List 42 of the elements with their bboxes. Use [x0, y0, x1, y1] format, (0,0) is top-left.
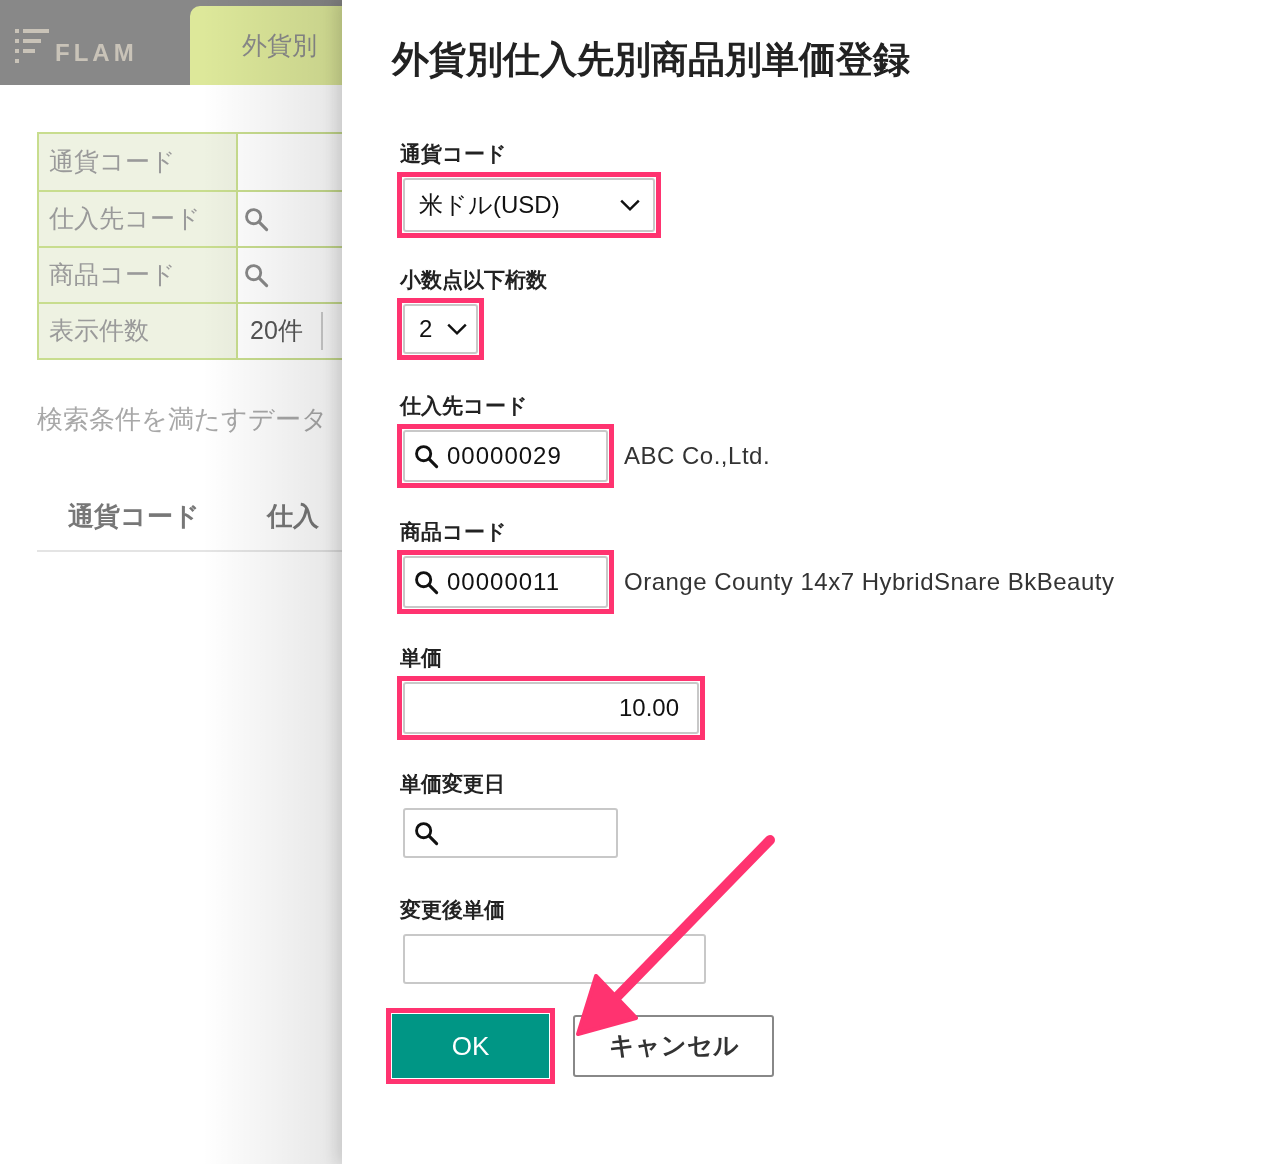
price-field[interactable]: 10.00 — [403, 682, 699, 734]
field-label: 商品コード — [400, 519, 508, 545]
ok-button[interactable]: OK — [392, 1014, 549, 1078]
input-field[interactable] — [403, 934, 706, 984]
field-label: 小数点以下桁数 — [400, 267, 548, 293]
currency-select[interactable]: 米ドル(USD) — [403, 178, 655, 232]
logo-icon — [15, 27, 51, 65]
search-icon — [243, 262, 269, 288]
field-label: 変更後単価 — [400, 897, 506, 923]
date-field[interactable] — [403, 808, 618, 858]
field-value: 00000029 — [447, 441, 562, 471]
column-header: 仕入 — [265, 500, 319, 533]
search-icon — [413, 820, 439, 846]
field-label: 通貨コード — [39, 134, 238, 190]
cancel-button[interactable]: キャンセル — [573, 1015, 774, 1077]
field-label: 表示件数 — [39, 304, 238, 358]
lookup-name: Orange County 14x7 HybridSnare BkBeauty — [624, 567, 1115, 597]
search-icon — [413, 443, 439, 469]
field-label: 商品コード — [39, 248, 238, 302]
select-value: 米ドル(USD) — [419, 190, 560, 220]
lookup-name: ABC Co.,Ltd. — [624, 441, 771, 471]
code-field[interactable]: 00000029 — [403, 430, 608, 482]
dialog-title: 外貨別仕入先別商品別単価登録 — [392, 38, 911, 82]
select-value: 2 — [419, 314, 433, 344]
decimal-select[interactable]: 2 — [403, 304, 478, 354]
count-select[interactable]: 20件 — [243, 304, 342, 358]
field-label: 単価 — [400, 645, 443, 671]
code-field[interactable]: 00000011 — [403, 556, 608, 608]
logo-text: FLAM — [55, 41, 138, 65]
field-label: 仕入先コード — [39, 192, 238, 246]
field-label: 仕入先コード — [400, 393, 529, 419]
field-value: 00000011 — [447, 567, 560, 597]
search-icon — [413, 569, 439, 595]
result-message: 検索条件を満たすデータ — [37, 403, 329, 436]
search-icon — [243, 206, 269, 232]
field-value: 10.00 — [618, 693, 679, 723]
column-header: 通貨コード — [67, 500, 200, 533]
field-label: 単価変更日 — [400, 771, 506, 797]
field-label: 通貨コード — [400, 141, 508, 167]
select-value: 20件 — [250, 312, 323, 350]
caret-icon — [446, 322, 468, 336]
caret-icon — [619, 198, 641, 212]
